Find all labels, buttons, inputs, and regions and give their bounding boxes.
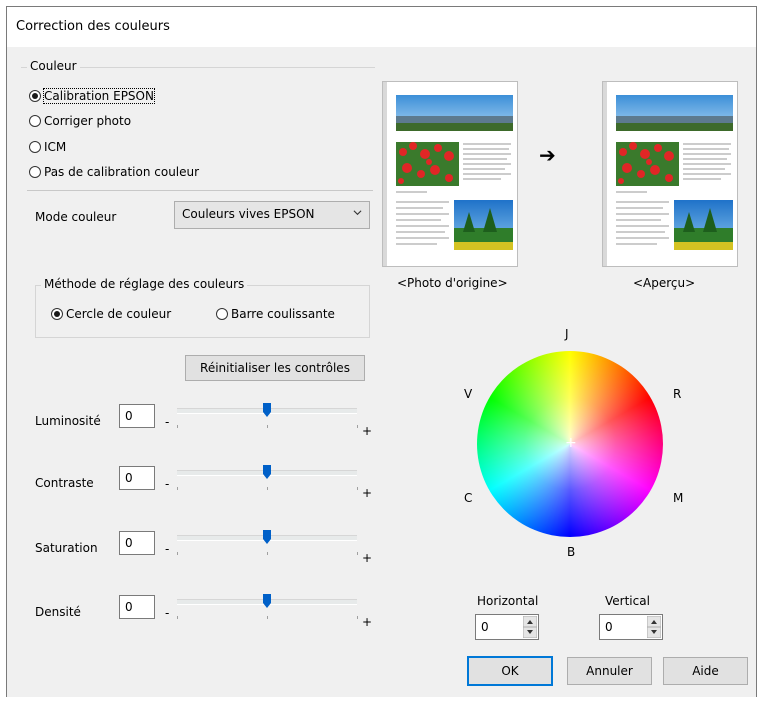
slider-tick <box>357 552 358 555</box>
radio-corriger-photo[interactable]: Corriger photo <box>29 114 131 128</box>
vertical-value: 0 <box>605 620 613 634</box>
radio-label: Pas de calibration couleur <box>44 165 200 179</box>
wheel-label-top-left: V <box>464 387 473 401</box>
slider-tick <box>357 487 358 490</box>
adjusted-photo-preview <box>602 81 738 267</box>
slider-label: Contraste <box>35 476 94 490</box>
document-thumbnail-icon <box>603 82 737 266</box>
slider-plus-sign: + <box>362 615 373 629</box>
vertical-label: Vertical <box>605 594 650 608</box>
cancel-button[interactable]: Annuler <box>567 657 652 685</box>
reset-controls-button[interactable]: Réinitialiser les contrôles <box>185 355 365 381</box>
wheel-label-bottom-right: M <box>673 491 684 505</box>
adjust-method-legend: Méthode de réglage des couleurs <box>41 277 248 291</box>
color-wheel-center-icon: + <box>565 435 577 451</box>
radio-label: Calibration EPSON <box>43 88 155 104</box>
slider-value-input[interactable]: 0 <box>119 466 155 490</box>
horizontal-value: 0 <box>481 620 489 634</box>
color-wheel[interactable]: + <box>477 351 663 537</box>
slider-tick <box>177 487 178 490</box>
vertical-spinner[interactable]: 0 <box>599 614 663 640</box>
horizontal-label: Horizontal <box>477 594 539 608</box>
slider-tick <box>267 616 268 619</box>
slider-thumb[interactable] <box>263 594 271 608</box>
radio-icm[interactable]: ICM <box>29 140 66 154</box>
wheel-label-bottom-left: C <box>464 491 473 505</box>
slider-tick <box>267 487 268 490</box>
slider-plus-sign: + <box>362 551 373 565</box>
help-button[interactable]: Aide <box>663 657 748 685</box>
slider-label: Luminosité <box>35 414 101 428</box>
window-title: Correction des couleurs <box>16 19 170 34</box>
color-group-legend: Couleur <box>27 59 80 73</box>
slider-plus-sign: + <box>362 486 373 500</box>
slider-minus-sign: - <box>165 477 170 491</box>
slider-minus-sign: - <box>165 606 170 620</box>
radio-dot <box>29 115 41 127</box>
horizontal-spinner[interactable]: 0 <box>475 614 539 640</box>
original-photo-caption: <Photo d'origine> <box>397 276 508 290</box>
radio-label: Corriger photo <box>44 114 132 128</box>
separator <box>27 190 373 191</box>
radio-dot <box>29 166 41 178</box>
radio-pas-de-calibration[interactable]: Pas de calibration couleur <box>29 165 199 179</box>
radio-calibration-epson[interactable]: Calibration EPSON <box>29 88 155 104</box>
document-thumbnail-icon <box>383 82 517 266</box>
slider-value-input[interactable]: 0 <box>119 595 155 619</box>
slider-value-input[interactable]: 0 <box>119 531 155 555</box>
slider-tick <box>267 425 268 428</box>
radio-label: ICM <box>44 140 67 154</box>
slider-thumb[interactable] <box>263 403 271 417</box>
slider-value-input[interactable]: 0 <box>119 404 155 428</box>
radio-barre-coulissante[interactable]: Barre coulissante <box>216 307 335 321</box>
slider-tick <box>177 552 178 555</box>
chevron-down-icon <box>353 210 362 216</box>
slider-thumb[interactable] <box>263 530 271 544</box>
radio-dot <box>29 90 41 102</box>
color-mode-select[interactable]: Couleurs vives EPSON <box>174 201 370 229</box>
slider-tick <box>357 425 358 428</box>
radio-dot <box>51 308 63 320</box>
slider-minus-sign: - <box>165 415 170 429</box>
dialog-window: Correction des couleurs Couleur Calibrat… <box>6 6 757 697</box>
preview-caption: <Aperçu> <box>633 276 696 290</box>
spinner-arrows-icon[interactable] <box>523 616 537 638</box>
spinner-arrows-icon[interactable] <box>647 616 661 638</box>
ok-button[interactable]: OK <box>467 656 553 686</box>
slider-plus-sign: + <box>362 424 373 438</box>
color-mode-value: Couleurs vives EPSON <box>182 207 315 221</box>
slider-tick <box>177 425 178 428</box>
color-mode-label: Mode couleur <box>35 210 117 224</box>
radio-cercle-couleur[interactable]: Cercle de couleur <box>51 307 171 321</box>
radio-dot <box>29 141 41 153</box>
slider-tick <box>357 616 358 619</box>
wheel-label-top-right: R <box>673 387 682 401</box>
radio-label: Barre coulissante <box>231 307 335 321</box>
original-photo-preview <box>382 81 518 267</box>
slider-tick <box>177 616 178 619</box>
dialog-body: Couleur Calibration EPSON Corriger photo… <box>7 47 756 697</box>
radio-label: Cercle de couleur <box>66 307 172 321</box>
slider-tick <box>267 552 268 555</box>
preview-arrow-icon: ➔ <box>539 143 556 167</box>
radio-dot <box>216 308 228 320</box>
title-bar[interactable]: Correction des couleurs <box>7 7 756 47</box>
slider-label: Densité <box>35 605 81 619</box>
slider-label: Saturation <box>35 541 98 555</box>
slider-thumb[interactable] <box>263 465 271 479</box>
wheel-label-bottom: B <box>567 545 576 559</box>
wheel-label-top: J <box>565 327 569 341</box>
slider-minus-sign: - <box>165 542 170 556</box>
